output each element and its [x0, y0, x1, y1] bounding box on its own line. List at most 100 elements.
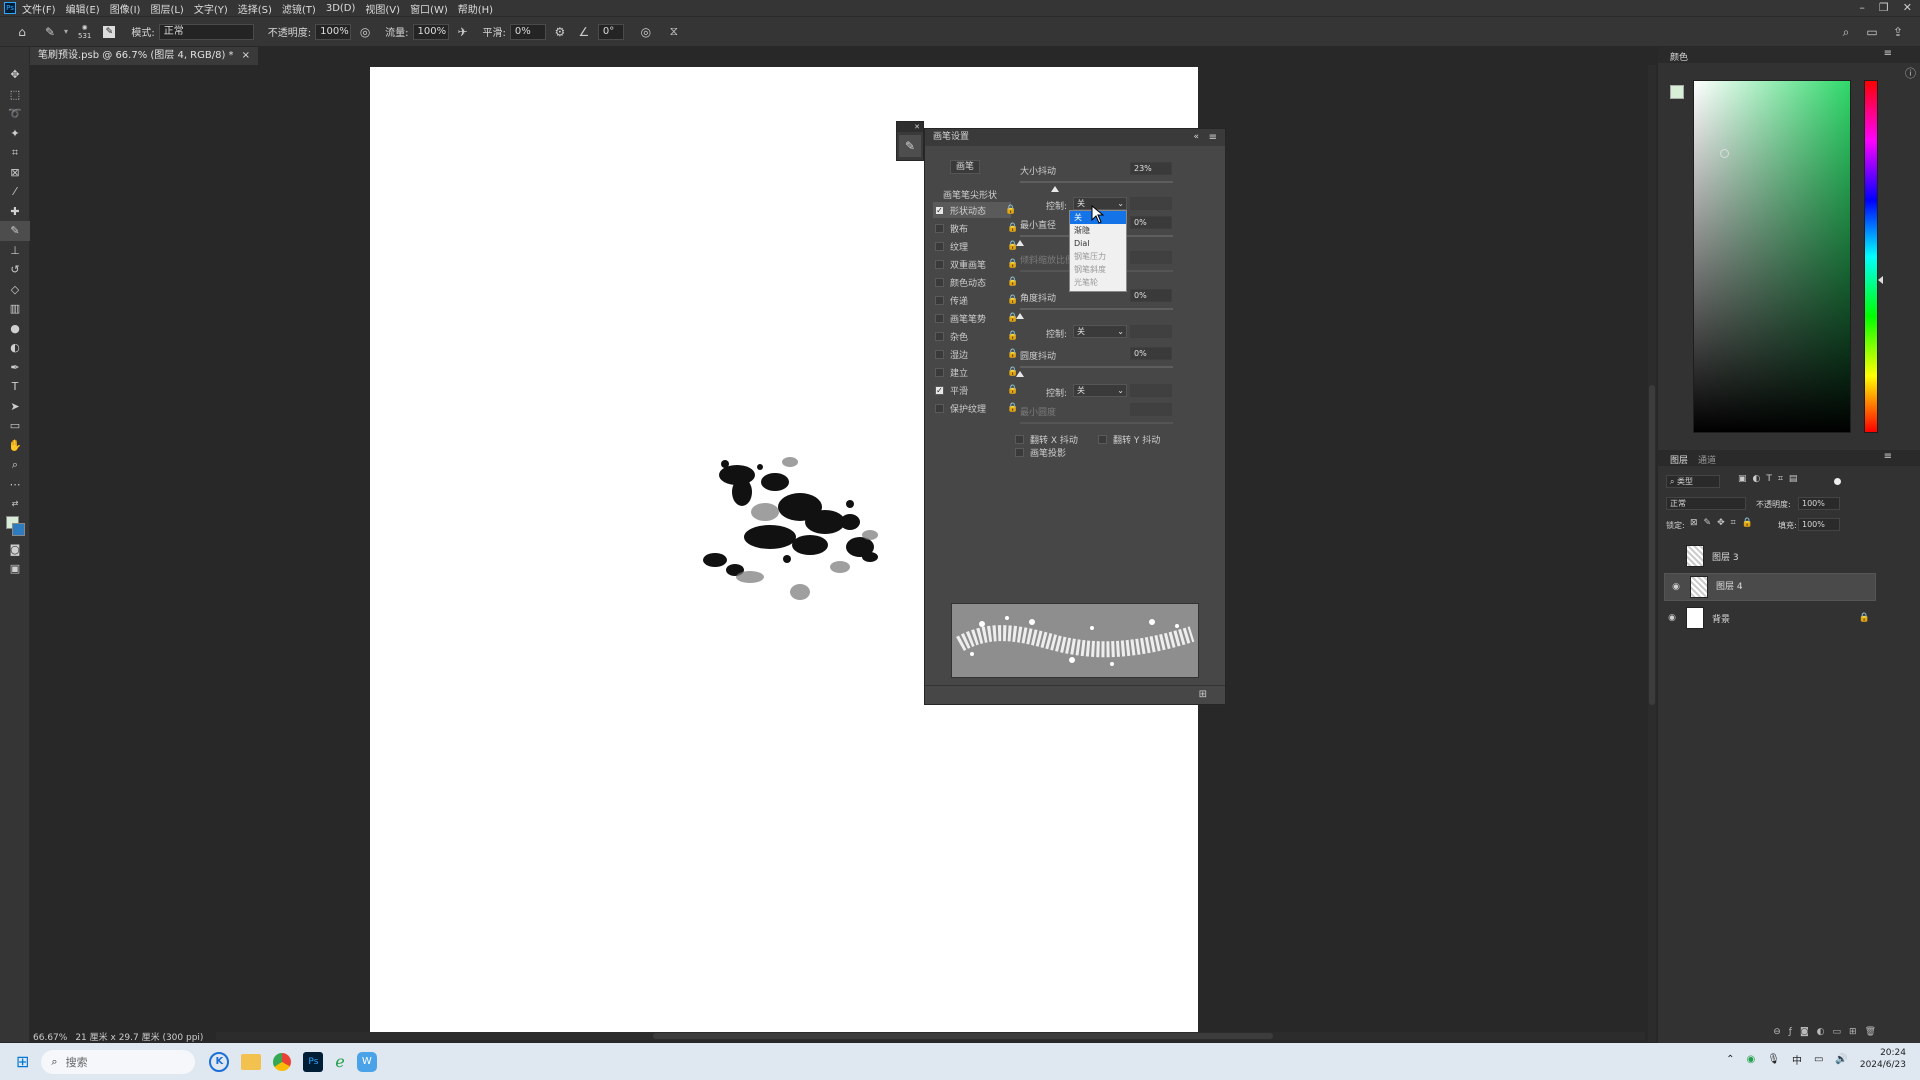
quick-mask-icon[interactable]: ◙ [0, 540, 30, 560]
type-tool-icon[interactable]: T [0, 377, 30, 397]
lasso-tool-icon[interactable]: ➰ [0, 104, 30, 124]
tab-color[interactable]: 颜色 [1670, 50, 1688, 63]
brush-option-checkbox[interactable] [935, 331, 944, 341]
layers-footer-icons[interactable]: ⊖ƒ◙◐▭⊞🗑 [1658, 1027, 1920, 1043]
zoom-tool-icon[interactable]: ⌕ [0, 455, 30, 475]
hue-slider[interactable] [1864, 80, 1883, 433]
document-tab[interactable]: 笔刷预设.psb @ 66.7% (图层 4, RGB/8) * × [30, 47, 258, 65]
pressure-opacity-icon[interactable]: ◎ [357, 24, 373, 40]
min-diameter-input[interactable]: 0% [1130, 216, 1172, 229]
flip-y-jitter[interactable]: 翻转 Y 抖动 [1098, 431, 1160, 447]
close-icon[interactable]: ✕ [914, 123, 920, 131]
brush-option-item[interactable]: 散布 🔒 [935, 220, 1018, 236]
layer-row[interactable]: ◉ 图层 4 [1664, 573, 1876, 601]
gear-icon[interactable]: ⚙ [552, 24, 568, 40]
brush-projection[interactable]: 画笔投影 [1015, 444, 1066, 460]
visibility-eye-icon[interactable]: ◉ [1664, 613, 1680, 623]
close-tab-icon[interactable]: × [242, 47, 250, 65]
menu-filter[interactable]: 滤镜(T) [282, 1, 316, 16]
brush-settings-icon[interactable]: ✎ [899, 135, 921, 157]
search-icon[interactable]: ⌕ [1838, 24, 1854, 40]
clock[interactable]: 20:24 2024/6/23 [1860, 1047, 1906, 1071]
brush-option-checkbox[interactable] [935, 367, 944, 377]
tab-layers[interactable]: 图层 [1670, 453, 1688, 466]
size-jitter-knob[interactable] [1051, 186, 1060, 192]
brush-option-checkbox[interactable] [935, 259, 944, 269]
layer-filter-select[interactable]: ⌕ 类型 [1666, 475, 1720, 488]
tray-app-icon[interactable]: ◉ [1747, 1054, 1756, 1065]
collapse-icon[interactable]: « [1193, 129, 1199, 146]
minimize-icon[interactable]: – [1859, 1, 1865, 14]
lock-icons[interactable]: ⊠✎✥⌗🔒 [1690, 518, 1759, 528]
blur-tool-icon[interactable]: ● [0, 319, 30, 339]
menu-layer[interactable]: 图层(L) [150, 1, 183, 16]
angle-input[interactable]: 0° [597, 23, 624, 40]
opacity-input[interactable]: 100% [315, 23, 352, 40]
flip-y-checkbox[interactable] [1098, 434, 1107, 444]
lock-icon[interactable]: 🔒 [1007, 313, 1018, 323]
lock-icon[interactable]: 🔒 [1007, 403, 1018, 413]
brush-option-checkbox[interactable] [935, 223, 944, 233]
pen-tool-icon[interactable]: ✒ [0, 358, 30, 378]
network-icon[interactable]: ▭ [1814, 1054, 1823, 1065]
brush-option-item[interactable]: 杂色 🔒 [935, 328, 1018, 344]
brush-option-item[interactable]: 建立 🔒 [935, 364, 1018, 380]
panel-menu-icon[interactable]: ≡ [1884, 451, 1892, 462]
brush-option-checkbox[interactable] [935, 349, 944, 359]
symmetry-icon[interactable]: ⧖ [666, 24, 682, 40]
brush-option-item[interactable]: ✓ 形状动态 🔒 [933, 202, 1016, 218]
menu-3d[interactable]: 3D(D) [326, 3, 356, 14]
stamp-tool-icon[interactable]: ⊥ [0, 241, 30, 261]
brush-option-item[interactable]: 画笔笔势 🔒 [935, 310, 1018, 326]
brush-option-item[interactable]: 纹理 🔒 [935, 238, 1018, 254]
chrome-icon[interactable] [273, 1052, 292, 1071]
tab-channels[interactable]: 通道 [1698, 453, 1716, 466]
menu-image[interactable]: 图像(I) [110, 1, 141, 16]
background-color[interactable] [12, 522, 25, 536]
eraser-tool-icon[interactable]: ◇ [0, 280, 30, 300]
dodge-tool-icon[interactable]: ◐ [0, 338, 30, 358]
brush-option-item[interactable]: 保护纹理 🔒 [935, 400, 1018, 416]
lock-icon[interactable]: 🔒 [1007, 277, 1018, 287]
brush-tool-icon[interactable]: ✎ [0, 221, 30, 241]
close-icon[interactable]: ✕ [1903, 1, 1912, 14]
eyedropper-tool-icon[interactable]: ⁄ [0, 182, 30, 202]
gradient-tool-icon[interactable]: ▥ [0, 299, 30, 319]
size-jitter-slider[interactable] [1020, 181, 1173, 183]
brush-option-checkbox[interactable] [935, 295, 944, 305]
lock-icon[interactable]: 🔒 [1007, 259, 1018, 269]
pressure-size-icon[interactable]: ◎ [638, 24, 654, 40]
brush-option-checkbox[interactable] [935, 241, 944, 251]
angle-jitter-input[interactable]: 0% [1130, 289, 1172, 302]
layer-filter-icons[interactable]: ▣◐T⌗▤ [1738, 474, 1803, 484]
chevron-up-icon[interactable]: ⌃ [1726, 1054, 1734, 1065]
layer-row[interactable]: ◉ 背景 🔒 [1664, 604, 1876, 632]
control-select-3[interactable]: 关 ⌄ [1073, 384, 1127, 397]
filter-toggle-icon[interactable] [1834, 478, 1841, 485]
roundness-jitter-slider[interactable] [1020, 366, 1173, 368]
menu-window[interactable]: 窗口(W) [410, 1, 448, 16]
color-picker-cursor[interactable] [1720, 149, 1729, 158]
horizontal-scrollbar[interactable] [31, 1032, 1645, 1040]
brush-option-checkbox[interactable] [935, 403, 944, 413]
layer-name[interactable]: 图层 3 [1712, 550, 1739, 563]
brush-option-item[interactable]: 湿边 🔒 [935, 346, 1018, 362]
volume-icon[interactable]: 🔊 [1835, 1054, 1847, 1065]
brush-option-item[interactable]: 双重画笔 🔒 [935, 256, 1018, 272]
brush-preset-picker[interactable]: ▾ [64, 27, 68, 36]
frame-tool-icon[interactable]: ⊠ [0, 163, 30, 183]
hand-tool-icon[interactable]: ✋ [0, 436, 30, 456]
brush-projection-checkbox[interactable] [1015, 447, 1024, 457]
color-saturation-field[interactable] [1693, 80, 1851, 433]
brush-option-checkbox[interactable]: ✓ [935, 385, 944, 395]
brush-option-checkbox[interactable] [935, 313, 944, 323]
mode-select[interactable]: 正常 [158, 23, 254, 40]
lock-icon[interactable]: 🔒 [1007, 349, 1018, 359]
menu-edit[interactable]: 编辑(E) [66, 1, 100, 16]
brushes-button[interactable]: 画笔 [950, 160, 980, 174]
lock-icon[interactable]: 🔒 [1007, 223, 1018, 233]
lock-icon[interactable]: 🔒 [1007, 241, 1018, 251]
airbrush-icon[interactable]: ✈ [455, 24, 471, 40]
dropdown-option-pen-pressure[interactable]: 钢笔压力 [1070, 250, 1126, 263]
vertical-scrollbar[interactable] [1648, 65, 1656, 1042]
